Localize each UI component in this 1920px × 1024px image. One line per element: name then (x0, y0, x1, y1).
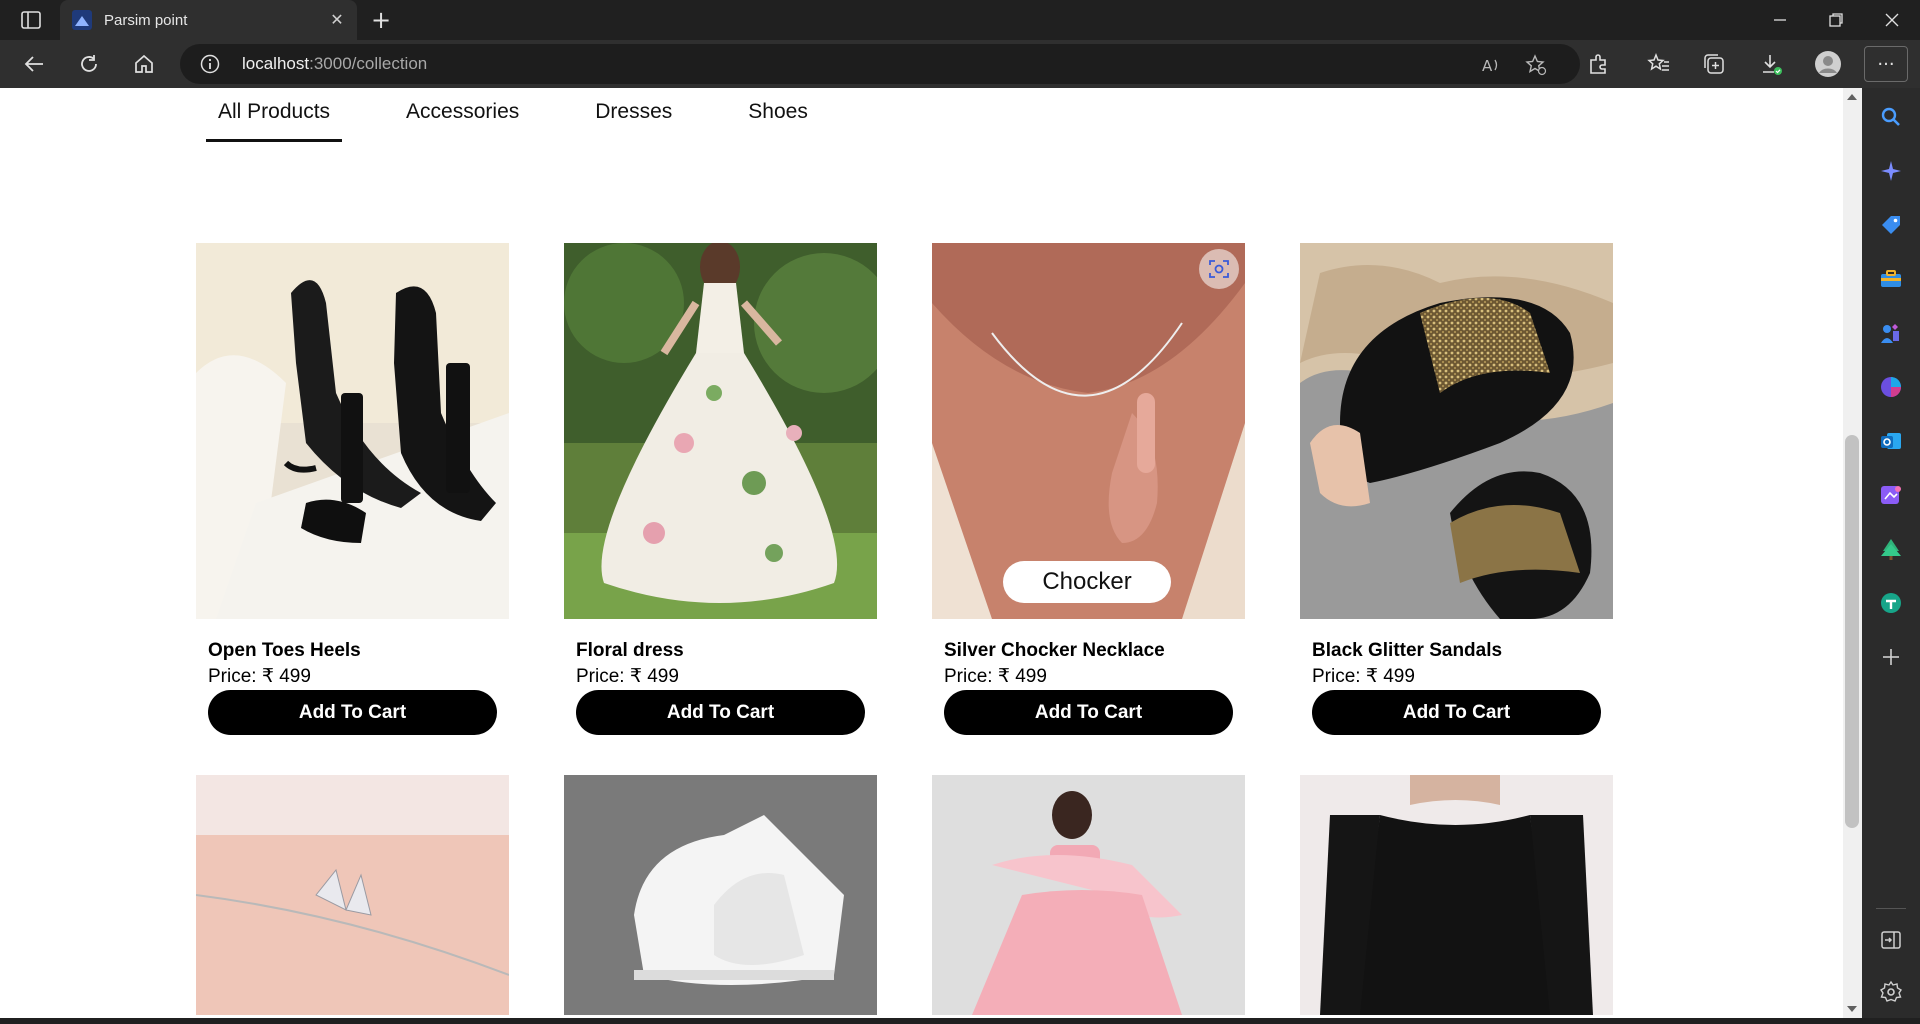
product-card: Open Toes Heels Price: ₹ 499 Add To Cart (196, 243, 509, 735)
outlook-icon[interactable] (1879, 429, 1903, 453)
plus-icon[interactable]: + (368, 8, 394, 34)
window-close-icon[interactable] (1864, 0, 1920, 40)
add-to-cart-button[interactable]: Add To Cart (208, 690, 497, 735)
product-image-necklace[interactable]: Chocker (932, 243, 1245, 619)
browser-tab[interactable]: Parsim point ✕ (60, 0, 357, 40)
image-tooltip: Chocker (1003, 561, 1171, 603)
product-price: Price: ₹ 499 (944, 666, 1047, 687)
tools-icon[interactable] (1879, 267, 1903, 291)
page-viewport: All Products Accessories Dresses Shoes O… (0, 88, 1843, 1018)
shopping-tag-icon[interactable] (1879, 213, 1903, 237)
info-icon[interactable] (200, 54, 220, 74)
product-card (932, 775, 1245, 1015)
product-image-bracelet[interactable] (196, 775, 509, 1015)
tab-title: Parsim point (104, 11, 188, 29)
tab-dresses[interactable]: Dresses (583, 94, 684, 142)
product-name: Floral dress (576, 640, 684, 661)
product-image-heels[interactable] (196, 243, 509, 619)
product-card: Black Glitter Sandals Price: ₹ 499 Add T… (1300, 243, 1613, 735)
restore-icon[interactable] (1808, 0, 1864, 40)
minimize-icon[interactable] (1752, 0, 1808, 40)
product-name: Open Toes Heels (208, 640, 361, 661)
address-bar-row: localhost:3000/collection A ··· (0, 40, 1920, 88)
product-price: Price: ₹ 499 (576, 666, 679, 687)
home-icon[interactable] (126, 48, 162, 80)
sidebar-divider (1876, 908, 1906, 909)
tab-strip: Parsim point ✕ + (0, 0, 1920, 40)
product-image-sandals[interactable] (1300, 243, 1613, 619)
add-to-cart-button[interactable]: Add To Cart (576, 690, 865, 735)
svg-text:A: A (1482, 57, 1493, 75)
tab-shoes[interactable]: Shoes (736, 94, 820, 142)
extensions-icon[interactable] (1587, 52, 1611, 76)
product-grid: Open Toes Heels Price: ₹ 499 Add To Cart (196, 243, 1613, 1015)
url-input[interactable]: localhost:3000/collection A (180, 44, 1580, 84)
product-name: Silver Chocker Necklace (944, 640, 1165, 661)
product-image-dress[interactable] (564, 243, 877, 619)
designer-icon[interactable] (1879, 483, 1903, 507)
tree-icon[interactable] (1879, 537, 1903, 561)
edge-sidebar (1862, 88, 1920, 1024)
scroll-up-arrow-icon[interactable] (1847, 94, 1857, 100)
add-to-cart-button[interactable]: Add To Cart (944, 690, 1233, 735)
back-icon[interactable] (16, 48, 52, 80)
profile-icon[interactable] (1814, 50, 1842, 78)
search-icon[interactable] (1879, 105, 1903, 129)
product-image-lehenga[interactable] (932, 775, 1245, 1015)
url-text: localhost:3000/collection (242, 54, 428, 73)
close-icon[interactable]: ✕ (327, 10, 347, 30)
split-screen-icon[interactable] (1879, 928, 1903, 952)
microsoft-365-icon[interactable] (1879, 375, 1903, 399)
product-image-sneakers[interactable] (564, 775, 877, 1015)
add-to-cart-button[interactable]: Add To Cart (1312, 690, 1601, 735)
favorites-icon[interactable] (1647, 52, 1671, 76)
read-aloud-icon[interactable]: A (1480, 54, 1502, 76)
scrollbar-thumb[interactable] (1845, 435, 1859, 828)
more-icon[interactable]: ··· (1864, 46, 1908, 82)
site-favicon (72, 10, 92, 30)
scroll-down-arrow-icon[interactable] (1847, 1006, 1857, 1012)
product-card (564, 775, 877, 1015)
tab-accessories[interactable]: Accessories (394, 94, 531, 142)
settings-icon[interactable] (1879, 980, 1903, 1004)
category-tabs: All Products Accessories Dresses Shoes (206, 94, 872, 142)
product-card: Chocker Silver Chocker Necklace Price: ₹… (932, 243, 1245, 735)
copilot-icon[interactable] (1879, 159, 1903, 183)
product-card (196, 775, 509, 1015)
games-icon[interactable] (1879, 321, 1903, 345)
favorite-add-icon[interactable] (1525, 54, 1547, 76)
product-card: Floral dress Price: ₹ 499 Add To Cart (564, 243, 877, 735)
tab-all-products[interactable]: All Products (206, 94, 343, 142)
app-icon[interactable] (1879, 591, 1903, 615)
window-bottom-edge (0, 1018, 1920, 1024)
refresh-icon[interactable] (71, 48, 107, 80)
product-name: Black Glitter Sandals (1312, 640, 1503, 661)
tab-actions-icon[interactable] (14, 8, 48, 32)
product-price: Price: ₹ 499 (208, 666, 311, 687)
product-price: Price: ₹ 499 (1312, 666, 1415, 687)
collections-icon[interactable] (1702, 52, 1726, 76)
visual-search-icon[interactable] (1199, 249, 1239, 289)
add-icon[interactable] (1879, 645, 1903, 669)
downloads-icon[interactable] (1759, 52, 1783, 76)
product-card (1300, 775, 1613, 1015)
product-image-black-dress[interactable] (1300, 775, 1613, 1015)
